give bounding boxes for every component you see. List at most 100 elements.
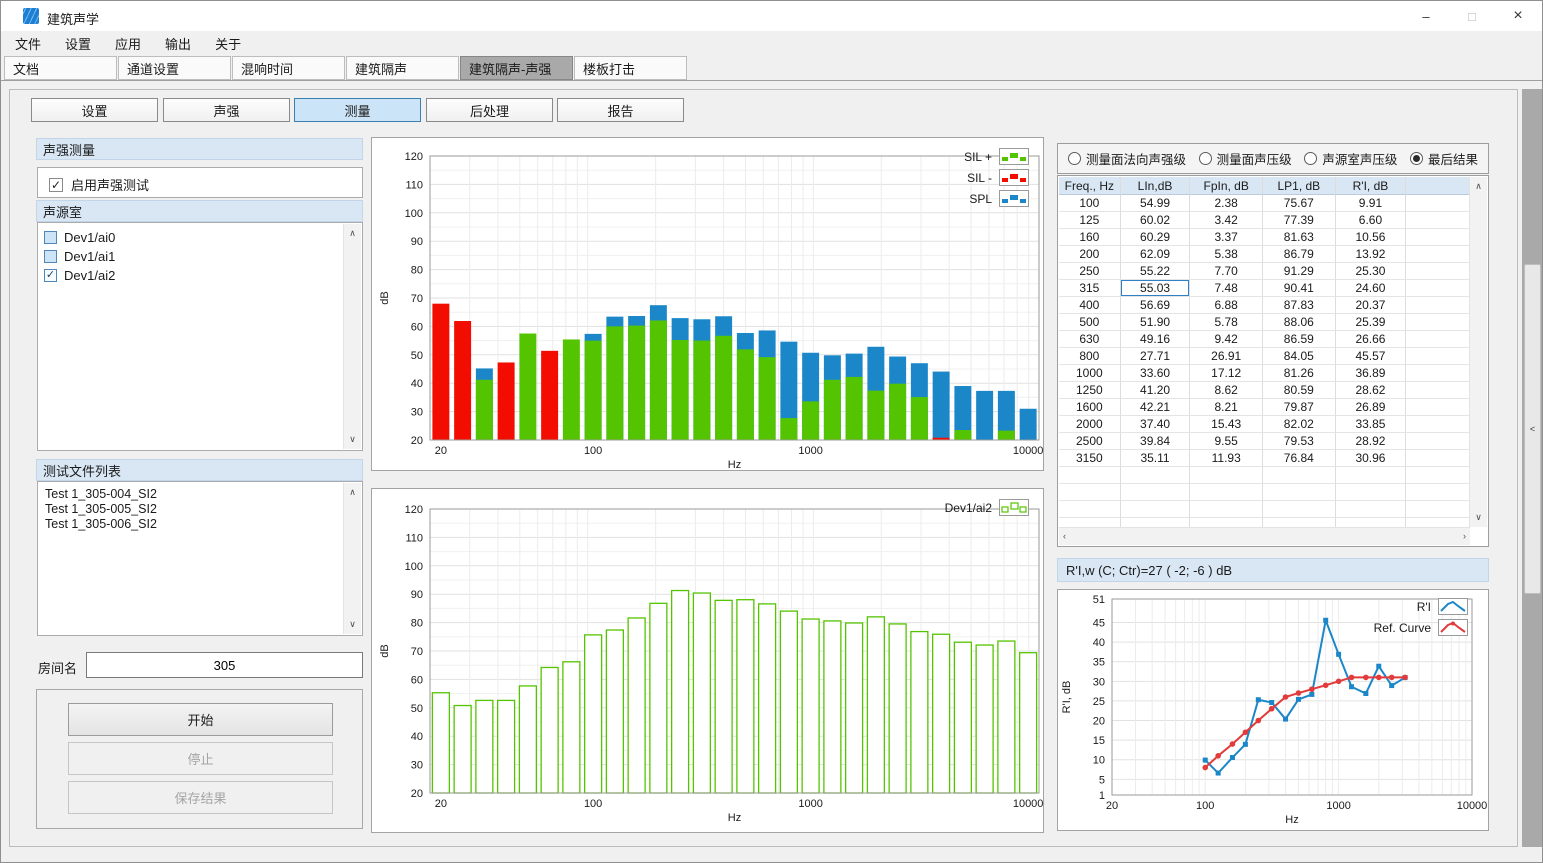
table-cell-5-2[interactable]: 7.48 <box>1190 280 1263 297</box>
table-cell-5-3[interactable]: 90.41 <box>1263 280 1336 297</box>
main-tab-3[interactable]: 建筑隔声 <box>346 56 459 80</box>
start-button[interactable]: 开始 <box>68 703 333 736</box>
table-cell-5-1[interactable]: 55.03 <box>1121 280 1191 297</box>
table-cell-1-4[interactable]: 6.60 <box>1336 212 1407 229</box>
table-cell-12-4[interactable]: 26.89 <box>1336 399 1407 416</box>
table-cell-0-1[interactable]: 54.99 <box>1121 195 1191 212</box>
channel-list-scrollbar[interactable]: ∧ ∨ <box>343 224 361 449</box>
table-cell-14-5[interactable] <box>1406 433 1470 450</box>
table-cell-8-0[interactable]: 630 <box>1059 331 1121 348</box>
table-cell-3-5[interactable] <box>1406 246 1470 263</box>
table-cell-5-4[interactable]: 24.60 <box>1336 280 1407 297</box>
table-cell-9-4[interactable]: 45.57 <box>1336 348 1407 365</box>
test-file-item-1[interactable]: Test 1_305-005_SI2 <box>45 501 157 516</box>
scroll-right-icon[interactable]: › <box>1463 529 1466 544</box>
table-cell-13-2[interactable]: 15.43 <box>1190 416 1263 433</box>
table-cell-5-5[interactable] <box>1406 280 1470 297</box>
file-list-scrollbar[interactable]: ∧ ∨ <box>343 483 361 634</box>
sub-tab-4[interactable]: 报告 <box>557 98 684 122</box>
menu-item-4[interactable]: 关于 <box>203 30 253 57</box>
table-cell-6-0[interactable]: 400 <box>1059 297 1121 314</box>
table-cell-8-1[interactable]: 49.16 <box>1121 331 1191 348</box>
radio-dot-2[interactable] <box>1304 152 1317 165</box>
table-cell-7-0[interactable]: 500 <box>1059 314 1121 331</box>
table-cell-2-5[interactable] <box>1406 229 1470 246</box>
table-cell-7-2[interactable]: 5.78 <box>1190 314 1263 331</box>
radio-dot-1[interactable] <box>1199 152 1212 165</box>
scroll-up-icon[interactable]: ∧ <box>1470 179 1487 194</box>
table-cell-3-2[interactable]: 5.38 <box>1190 246 1263 263</box>
radio-dot-3[interactable] <box>1410 152 1423 165</box>
table-cell-6-1[interactable]: 56.69 <box>1121 297 1191 314</box>
table-cell-2-0[interactable]: 160 <box>1059 229 1121 246</box>
table-cell-8-3[interactable]: 86.59 <box>1263 331 1336 348</box>
table-cell-0-4[interactable]: 9.91 <box>1336 195 1407 212</box>
table-cell-8-4[interactable]: 26.66 <box>1336 331 1407 348</box>
sub-tab-0[interactable]: 设置 <box>31 98 158 122</box>
table-cell-2-2[interactable]: 3.37 <box>1190 229 1263 246</box>
table-cell-6-4[interactable]: 20.37 <box>1336 297 1407 314</box>
table-cell-1-5[interactable] <box>1406 212 1470 229</box>
sub-tab-1[interactable]: 声强 <box>163 98 290 122</box>
table-cell-7-1[interactable]: 51.90 <box>1121 314 1191 331</box>
table-cell-0-2[interactable]: 2.38 <box>1190 195 1263 212</box>
scroll-down-icon[interactable]: ∨ <box>1470 510 1487 525</box>
main-tab-1[interactable]: 通道设置 <box>118 56 231 80</box>
close-button[interactable]: × <box>1495 1 1541 31</box>
table-cell-1-1[interactable]: 60.02 <box>1121 212 1191 229</box>
table-cell-15-3[interactable]: 76.84 <box>1263 450 1336 467</box>
table-cell-15-4[interactable]: 30.96 <box>1336 450 1407 467</box>
table-cell-8-5[interactable] <box>1406 331 1470 348</box>
scroll-left-icon[interactable]: ‹ <box>1063 529 1066 544</box>
table-cell-4-4[interactable]: 25.30 <box>1336 263 1407 280</box>
table-cell-14-1[interactable]: 39.84 <box>1121 433 1191 450</box>
table-cell-11-2[interactable]: 8.62 <box>1190 382 1263 399</box>
table-cell-9-3[interactable]: 84.05 <box>1263 348 1336 365</box>
table-cell-10-1[interactable]: 33.60 <box>1121 365 1191 382</box>
minimize-button[interactable]: – <box>1403 1 1449 31</box>
table-cell-1-3[interactable]: 77.39 <box>1263 212 1336 229</box>
test-file-item-2[interactable]: Test 1_305-006_SI2 <box>45 516 157 531</box>
radio-option-2[interactable]: 声源室声压级 <box>1304 149 1397 168</box>
main-tab-4[interactable]: 建筑隔声-声强 <box>460 56 573 80</box>
menu-item-2[interactable]: 应用 <box>103 30 153 57</box>
table-cell-7-3[interactable]: 88.06 <box>1263 314 1336 331</box>
table-cell-9-1[interactable]: 27.71 <box>1121 348 1191 365</box>
stop-button[interactable]: 停止 <box>68 742 333 775</box>
table-cell-7-5[interactable] <box>1406 314 1470 331</box>
table-cell-3-1[interactable]: 62.09 <box>1121 246 1191 263</box>
table-cell-1-0[interactable]: 125 <box>1059 212 1121 229</box>
table-cell-14-4[interactable]: 28.92 <box>1336 433 1407 450</box>
collapse-panel-handle[interactable]: < <box>1524 264 1541 594</box>
table-cell-11-4[interactable]: 28.62 <box>1336 382 1407 399</box>
channel-item-0[interactable]: Dev1/ai0 <box>44 228 115 247</box>
table-cell-0-3[interactable]: 75.67 <box>1263 195 1336 212</box>
channel-item-1[interactable]: Dev1/ai1 <box>44 247 115 266</box>
table-cell-4-5[interactable] <box>1406 263 1470 280</box>
table-cell-3-0[interactable]: 200 <box>1059 246 1121 263</box>
table-cell-2-1[interactable]: 60.29 <box>1121 229 1191 246</box>
table-cell-9-5[interactable] <box>1406 348 1470 365</box>
table-cell-11-1[interactable]: 41.20 <box>1121 382 1191 399</box>
scroll-down-icon[interactable]: ∨ <box>344 432 361 447</box>
table-cell-13-4[interactable]: 33.85 <box>1336 416 1407 433</box>
table-cell-14-3[interactable]: 79.53 <box>1263 433 1336 450</box>
table-cell-10-5[interactable] <box>1406 365 1470 382</box>
channel-checkbox-1[interactable] <box>44 250 57 263</box>
channel-item-2[interactable]: ✓Dev1/ai2 <box>44 266 115 285</box>
menu-item-0[interactable]: 文件 <box>3 30 53 57</box>
table-cell-11-3[interactable]: 80.59 <box>1263 382 1336 399</box>
table-cell-4-3[interactable]: 91.29 <box>1263 263 1336 280</box>
table-horizontal-scrollbar[interactable]: ‹ › <box>1059 527 1470 545</box>
table-cell-12-5[interactable] <box>1406 399 1470 416</box>
channel-checkbox-2[interactable]: ✓ <box>44 269 57 282</box>
table-cell-12-1[interactable]: 42.21 <box>1121 399 1191 416</box>
radio-option-1[interactable]: 测量面声压级 <box>1199 149 1292 168</box>
table-vertical-scrollbar[interactable]: ∧ ∨ <box>1469 177 1487 527</box>
table-cell-4-1[interactable]: 55.22 <box>1121 263 1191 280</box>
table-cell-15-0[interactable]: 3150 <box>1059 450 1121 467</box>
table-cell-14-2[interactable]: 9.55 <box>1190 433 1263 450</box>
room-name-input[interactable] <box>86 652 363 678</box>
table-cell-13-3[interactable]: 82.02 <box>1263 416 1336 433</box>
table-cell-10-4[interactable]: 36.89 <box>1336 365 1407 382</box>
